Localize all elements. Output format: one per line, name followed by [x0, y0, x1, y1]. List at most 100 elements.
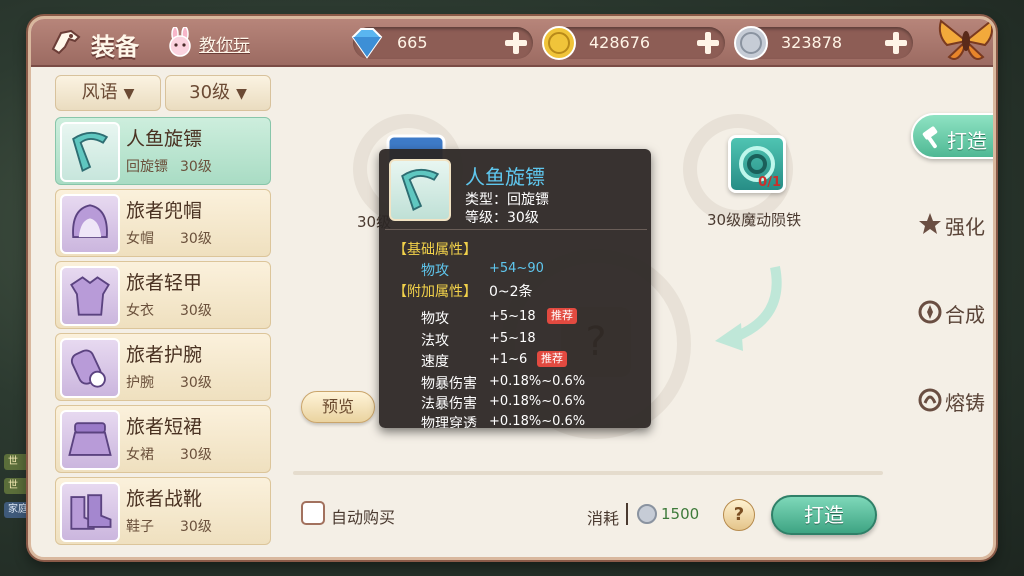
tab-label: 强化: [945, 215, 985, 239]
cost-value: 1500: [661, 505, 700, 523]
gold-amount: 428676: [589, 33, 651, 52]
silver-coin-icon: [637, 504, 657, 524]
star-icon: [919, 213, 941, 234]
silver-amount: 323878: [781, 33, 843, 52]
cost-label: 消耗: [587, 509, 620, 528]
currency-diamond: 665: [351, 27, 533, 59]
equipment-level: 30级: [180, 519, 212, 535]
currency-silver: 323878: [734, 26, 913, 60]
equipment-item[interactable]: 旅者兜帽 女帽 30级: [55, 189, 271, 257]
tooltip-extra-stat-name: 物攻: [421, 311, 449, 327]
equipment-item[interactable]: 旅者战靴 鞋子 30级: [55, 477, 271, 545]
chevron-down-icon: ▼: [236, 86, 247, 102]
hood-icon: [60, 194, 120, 254]
equipment-level: 30级: [180, 375, 212, 391]
bracer-icon: [60, 338, 120, 398]
equipment-level: 30级: [180, 159, 212, 175]
tooltip-type: 类型：回旋镖: [465, 192, 549, 208]
equipment-item[interactable]: 人鱼旋镖 回旋镖 30级: [55, 117, 271, 185]
equipment-type: 鞋子: [126, 519, 154, 535]
tooltip-item-name: 人鱼旋镖: [465, 165, 545, 189]
bunny-icon[interactable]: [165, 27, 195, 57]
tooltip-extra-stat-name: 物暴伤害: [421, 376, 477, 392]
equipment-item[interactable]: 旅者护腕 护腕 30级: [55, 333, 271, 401]
equipment-name: 旅者护腕: [126, 344, 203, 366]
tooltip-extra-stat-value: +0.18%~0.6%: [489, 374, 586, 389]
page-title: 装备: [91, 33, 139, 61]
tab-combine[interactable]: 合成: [911, 289, 993, 335]
auto-buy-checkbox[interactable]: [301, 501, 325, 525]
tab-label: 打造: [947, 129, 987, 153]
tooltip-extra-stat-value: +0.18%~0.6%: [489, 414, 586, 428]
flow-arrow-icon: [715, 266, 782, 351]
equipment-level: 30级: [180, 231, 212, 247]
panel-header: 装备 教你玩 665 428676 323878: [31, 19, 993, 67]
equipment-name: 旅者轻甲: [126, 272, 203, 294]
tooltip-extra-stat-value: +5~18: [489, 309, 536, 324]
element-filter-dropdown[interactable]: 风语 ▼: [55, 75, 161, 111]
equipment-level: 30级: [180, 447, 212, 463]
equipment-type: 回旋镖: [126, 159, 168, 175]
tab-label: 合成: [945, 303, 985, 327]
equipment-logo-icon: [51, 29, 81, 55]
material-right-slot[interactable]: 0/1: [728, 135, 786, 193]
recommend-badge: 推荐: [547, 308, 577, 324]
tooltip-extra-stat-name: 速度: [421, 354, 449, 370]
close-icon[interactable]: [935, 16, 996, 71]
tooltip-extra-stat-value: +0.18%~0.6%: [489, 394, 586, 409]
equipment-type: 女裙: [126, 447, 154, 463]
help-button[interactable]: ?: [723, 499, 755, 531]
equipment-name: 旅者战靴: [126, 488, 203, 510]
light-armor-icon: [60, 266, 120, 326]
add-diamond-icon[interactable]: [503, 30, 529, 56]
tooltip-extra-stat-name: 物理穿透: [421, 416, 477, 428]
tooltip-divider: [385, 229, 647, 230]
tooltip-base-stat-name: 物攻: [421, 263, 449, 279]
element-filter-label: 风语: [81, 82, 118, 103]
boomerang-icon: [389, 159, 451, 221]
tooltip-extra-stat-value: +5~18: [489, 331, 536, 346]
tab-enhance[interactable]: 强化: [911, 201, 993, 247]
tab-smelt[interactable]: 熔铸: [911, 377, 993, 423]
material-count: 0/1: [758, 175, 781, 190]
recommend-badge: 推荐: [537, 351, 567, 367]
hammer-icon: [922, 126, 938, 149]
combine-icon: [918, 300, 942, 324]
equipment-type: 护腕: [126, 375, 154, 391]
equipment-type: 女衣: [126, 303, 154, 319]
equipment-item[interactable]: 旅者短裙 女裙 30级: [55, 405, 271, 473]
boomerang-icon: [60, 122, 120, 182]
tooltip-base-section: 【基础属性】: [393, 242, 477, 258]
add-gold-icon[interactable]: [695, 30, 721, 56]
tooltip-extra-stat-name: 法暴伤害: [421, 396, 477, 412]
chevron-down-icon: ▼: [123, 86, 135, 102]
short-skirt-icon: [60, 410, 120, 470]
equipment-type: 女帽: [126, 231, 154, 247]
tooltip-level: 等级：30级: [465, 210, 539, 226]
cost-separator: [626, 503, 628, 525]
equipment-name: 旅者短裙: [126, 416, 203, 438]
material-right-name: 30级魔动陨铁: [707, 211, 802, 229]
preview-button[interactable]: 预览: [301, 391, 375, 423]
divider: [293, 471, 883, 475]
tab-forge[interactable]: 打造: [911, 113, 993, 159]
tooltip-extra-section: 【附加属性】: [393, 284, 477, 300]
add-silver-icon[interactable]: [883, 30, 909, 56]
level-filter-label: 30级: [189, 82, 231, 103]
equipment-level: 30级: [180, 303, 212, 319]
equipment-item[interactable]: 旅者轻甲 女衣 30级: [55, 261, 271, 329]
diamond-amount: 665: [397, 33, 428, 52]
smelt-icon: [918, 388, 942, 412]
silver-coin-icon: [734, 26, 768, 60]
battle-boots-icon: [60, 482, 120, 542]
gold-coin-icon: [542, 26, 576, 60]
equipment-name: 人鱼旋镖: [126, 128, 203, 150]
level-filter-dropdown[interactable]: 30级 ▼: [165, 75, 271, 111]
currency-gold: 428676: [542, 26, 725, 60]
auto-buy-label: 自动购买: [331, 508, 396, 527]
item-tooltip: 人鱼旋镖 类型：回旋镖 等级：30级 【基础属性】 物攻 +54~90 【附加属…: [379, 149, 651, 428]
tooltip-extra-count: 0~2条: [489, 284, 533, 300]
forge-button[interactable]: 打造: [771, 495, 877, 535]
tooltip-extra-stat-name: 法攻: [421, 333, 449, 349]
tutorial-link[interactable]: 教你玩: [199, 31, 250, 56]
